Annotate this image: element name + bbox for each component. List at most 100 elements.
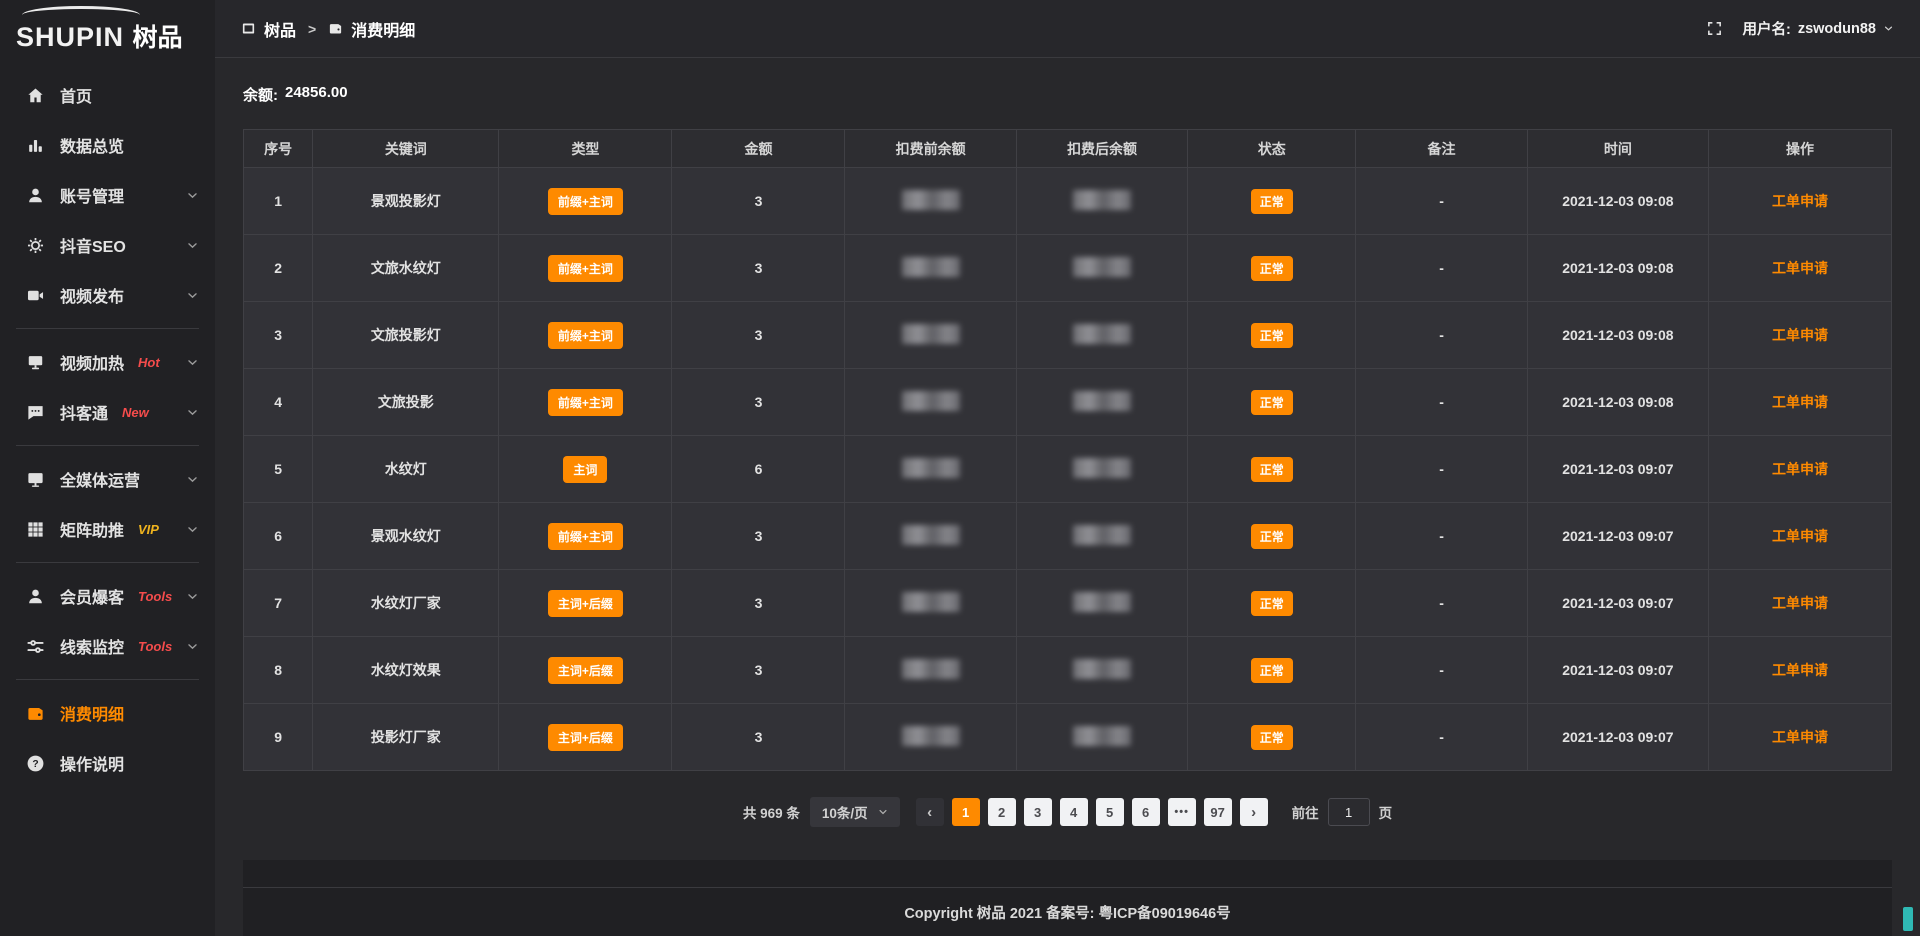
- app-root: SHUPIN 树品 首页数据总览账号管理抖音SEO视频发布视频加热Hot抖客通N…: [0, 0, 1920, 936]
- breadcrumb-item-home[interactable]: 树品: [241, 17, 296, 41]
- chevron-down-icon: [1883, 23, 1894, 34]
- breadcrumb-item-current[interactable]: 消费明细: [328, 17, 415, 41]
- ticket-apply-link[interactable]: 工单申请: [1772, 528, 1828, 544]
- action-cell: 工单申请: [1709, 235, 1892, 302]
- page-button-5[interactable]: 5: [1096, 798, 1124, 826]
- next-page-button[interactable]: ›: [1240, 798, 1268, 826]
- column-header: 扣费后余额: [1016, 130, 1187, 168]
- gear-icon: [26, 236, 45, 255]
- status-cell: 正常: [1188, 503, 1356, 570]
- ticket-apply-link[interactable]: 工单申请: [1772, 662, 1828, 678]
- sidebar-item-user-账号管理[interactable]: 账号管理: [0, 170, 215, 220]
- remark-cell: -: [1356, 302, 1527, 369]
- chevron-down-icon: [186, 356, 199, 369]
- balance-before-cell: [845, 704, 1016, 771]
- action-cell: 工单申请: [1709, 302, 1892, 369]
- status-cell: 正常: [1188, 436, 1356, 503]
- sidebar: SHUPIN 树品 首页数据总览账号管理抖音SEO视频发布视频加热Hot抖客通N…: [0, 0, 215, 936]
- sidebar-item-video-视频发布[interactable]: 视频发布: [0, 270, 215, 320]
- redacted-value: [902, 190, 960, 210]
- page-button-1[interactable]: 1: [952, 798, 980, 826]
- pagination-total: 共 969 条: [743, 802, 800, 822]
- page-button-97[interactable]: 97: [1204, 798, 1232, 826]
- amount-cell: 3: [672, 704, 845, 771]
- type-cell: 前缀+主词: [499, 503, 672, 570]
- status-badge: 正常: [1251, 725, 1293, 750]
- action-cell: 工单申请: [1709, 369, 1892, 436]
- balance-after-cell: [1016, 235, 1187, 302]
- status-badge: 正常: [1251, 189, 1293, 214]
- balance-before-cell: [845, 369, 1016, 436]
- balance-before-cell: [845, 637, 1016, 704]
- sidebar-item-user-会员爆客[interactable]: 会员爆客Tools: [0, 571, 215, 621]
- sidebar-item-label: 账号管理: [60, 183, 124, 207]
- balance-value: 24856.00: [285, 84, 348, 105]
- ticket-apply-link[interactable]: 工单申请: [1772, 461, 1828, 477]
- column-header: 备注: [1356, 130, 1527, 168]
- redacted-value: [1073, 190, 1131, 210]
- keyword-cell: 景观投影灯: [313, 168, 499, 235]
- sidebar-item-chat-抖客通[interactable]: 抖客通New: [0, 387, 215, 437]
- fullscreen-icon[interactable]: [1706, 20, 1723, 37]
- status-badge: 正常: [1251, 591, 1293, 616]
- table-row: 2文旅水纹灯前缀+主词3正常-2021-12-03 09:08工单申请: [244, 235, 1892, 302]
- status-badge: 正常: [1251, 256, 1293, 281]
- goto-page-input[interactable]: [1328, 798, 1370, 826]
- ticket-apply-link[interactable]: 工单申请: [1772, 193, 1828, 209]
- content-column: 树品 > 消费明细 用户名: zswodun88 余额: 24856.00: [215, 0, 1920, 936]
- sidebar-item-screen-视频加热[interactable]: 视频加热Hot: [0, 337, 215, 387]
- sidebar-divider: [16, 679, 199, 680]
- status-cell: 正常: [1188, 168, 1356, 235]
- brand-logo[interactable]: SHUPIN 树品: [0, 0, 215, 64]
- column-header: 序号: [244, 130, 313, 168]
- page-button-6[interactable]: 6: [1132, 798, 1160, 826]
- ticket-apply-link[interactable]: 工单申请: [1772, 394, 1828, 410]
- prev-page-button[interactable]: ‹: [916, 798, 944, 826]
- action-cell: 工单申请: [1709, 704, 1892, 771]
- page-button-2[interactable]: 2: [988, 798, 1016, 826]
- chevron-down-icon: [186, 523, 199, 536]
- username-label: 用户名:: [1743, 18, 1791, 39]
- user-icon: [26, 186, 45, 205]
- floating-widget-handle[interactable]: [1903, 907, 1913, 931]
- type-cell: 前缀+主词: [499, 235, 672, 302]
- sidebar-item-gear-抖音SEO[interactable]: 抖音SEO: [0, 220, 215, 270]
- type-tag: 前缀+主词: [548, 188, 623, 215]
- amount-cell: 3: [672, 637, 845, 704]
- sidebar-item-sliders-线索监控[interactable]: 线索监控Tools: [0, 621, 215, 671]
- status-badge: 正常: [1251, 390, 1293, 415]
- redacted-value: [902, 659, 960, 679]
- ticket-apply-link[interactable]: 工单申请: [1772, 729, 1828, 745]
- user-dropdown[interactable]: 用户名: zswodun88: [1743, 18, 1895, 39]
- more-pages-button[interactable]: •••: [1168, 798, 1196, 826]
- type-cell: 主词+后缀: [499, 704, 672, 771]
- row-index-cell: 6: [244, 503, 313, 570]
- time-cell: 2021-12-03 09:08: [1527, 302, 1708, 369]
- sidebar-item-wallet-消费明细[interactable]: 消费明细: [0, 688, 215, 738]
- keyword-cell: 水纹灯厂家: [313, 570, 499, 637]
- table-row: 5水纹灯主词6正常-2021-12-03 09:07工单申请: [244, 436, 1892, 503]
- keyword-cell: 水纹灯: [313, 436, 499, 503]
- sidebar-item-grid-矩阵助推[interactable]: 矩阵助推VIP: [0, 504, 215, 554]
- page-size-value: 10条/页: [822, 802, 868, 822]
- row-index-cell: 4: [244, 369, 313, 436]
- sidebar-item-badge: Tools: [138, 639, 172, 654]
- keyword-cell: 文旅投影: [313, 369, 499, 436]
- table-row: 9投影灯厂家主词+后缀3正常-2021-12-03 09:07工单申请: [244, 704, 1892, 771]
- screen-icon: [26, 353, 45, 372]
- sidebar-item-monitor-全媒体运营[interactable]: 全媒体运营: [0, 454, 215, 504]
- ticket-apply-link[interactable]: 工单申请: [1772, 260, 1828, 276]
- table-row: 6景观水纹灯前缀+主词3正常-2021-12-03 09:07工单申请: [244, 503, 1892, 570]
- ticket-apply-link[interactable]: 工单申请: [1772, 595, 1828, 611]
- ticket-apply-link[interactable]: 工单申请: [1772, 327, 1828, 343]
- sidebar-item-chart-数据总览[interactable]: 数据总览: [0, 120, 215, 170]
- page-button-4[interactable]: 4: [1060, 798, 1088, 826]
- balance-label: 余额:: [243, 84, 278, 105]
- balance-after-cell: [1016, 704, 1187, 771]
- page-size-select[interactable]: 10条/页: [810, 797, 900, 827]
- sidebar-item-question-操作说明[interactable]: ?操作说明: [0, 738, 215, 788]
- sidebar-item-label: 首页: [60, 83, 92, 107]
- sidebar-item-home-首页[interactable]: 首页: [0, 70, 215, 120]
- page-button-3[interactable]: 3: [1024, 798, 1052, 826]
- sidebar-item-badge: New: [122, 405, 149, 420]
